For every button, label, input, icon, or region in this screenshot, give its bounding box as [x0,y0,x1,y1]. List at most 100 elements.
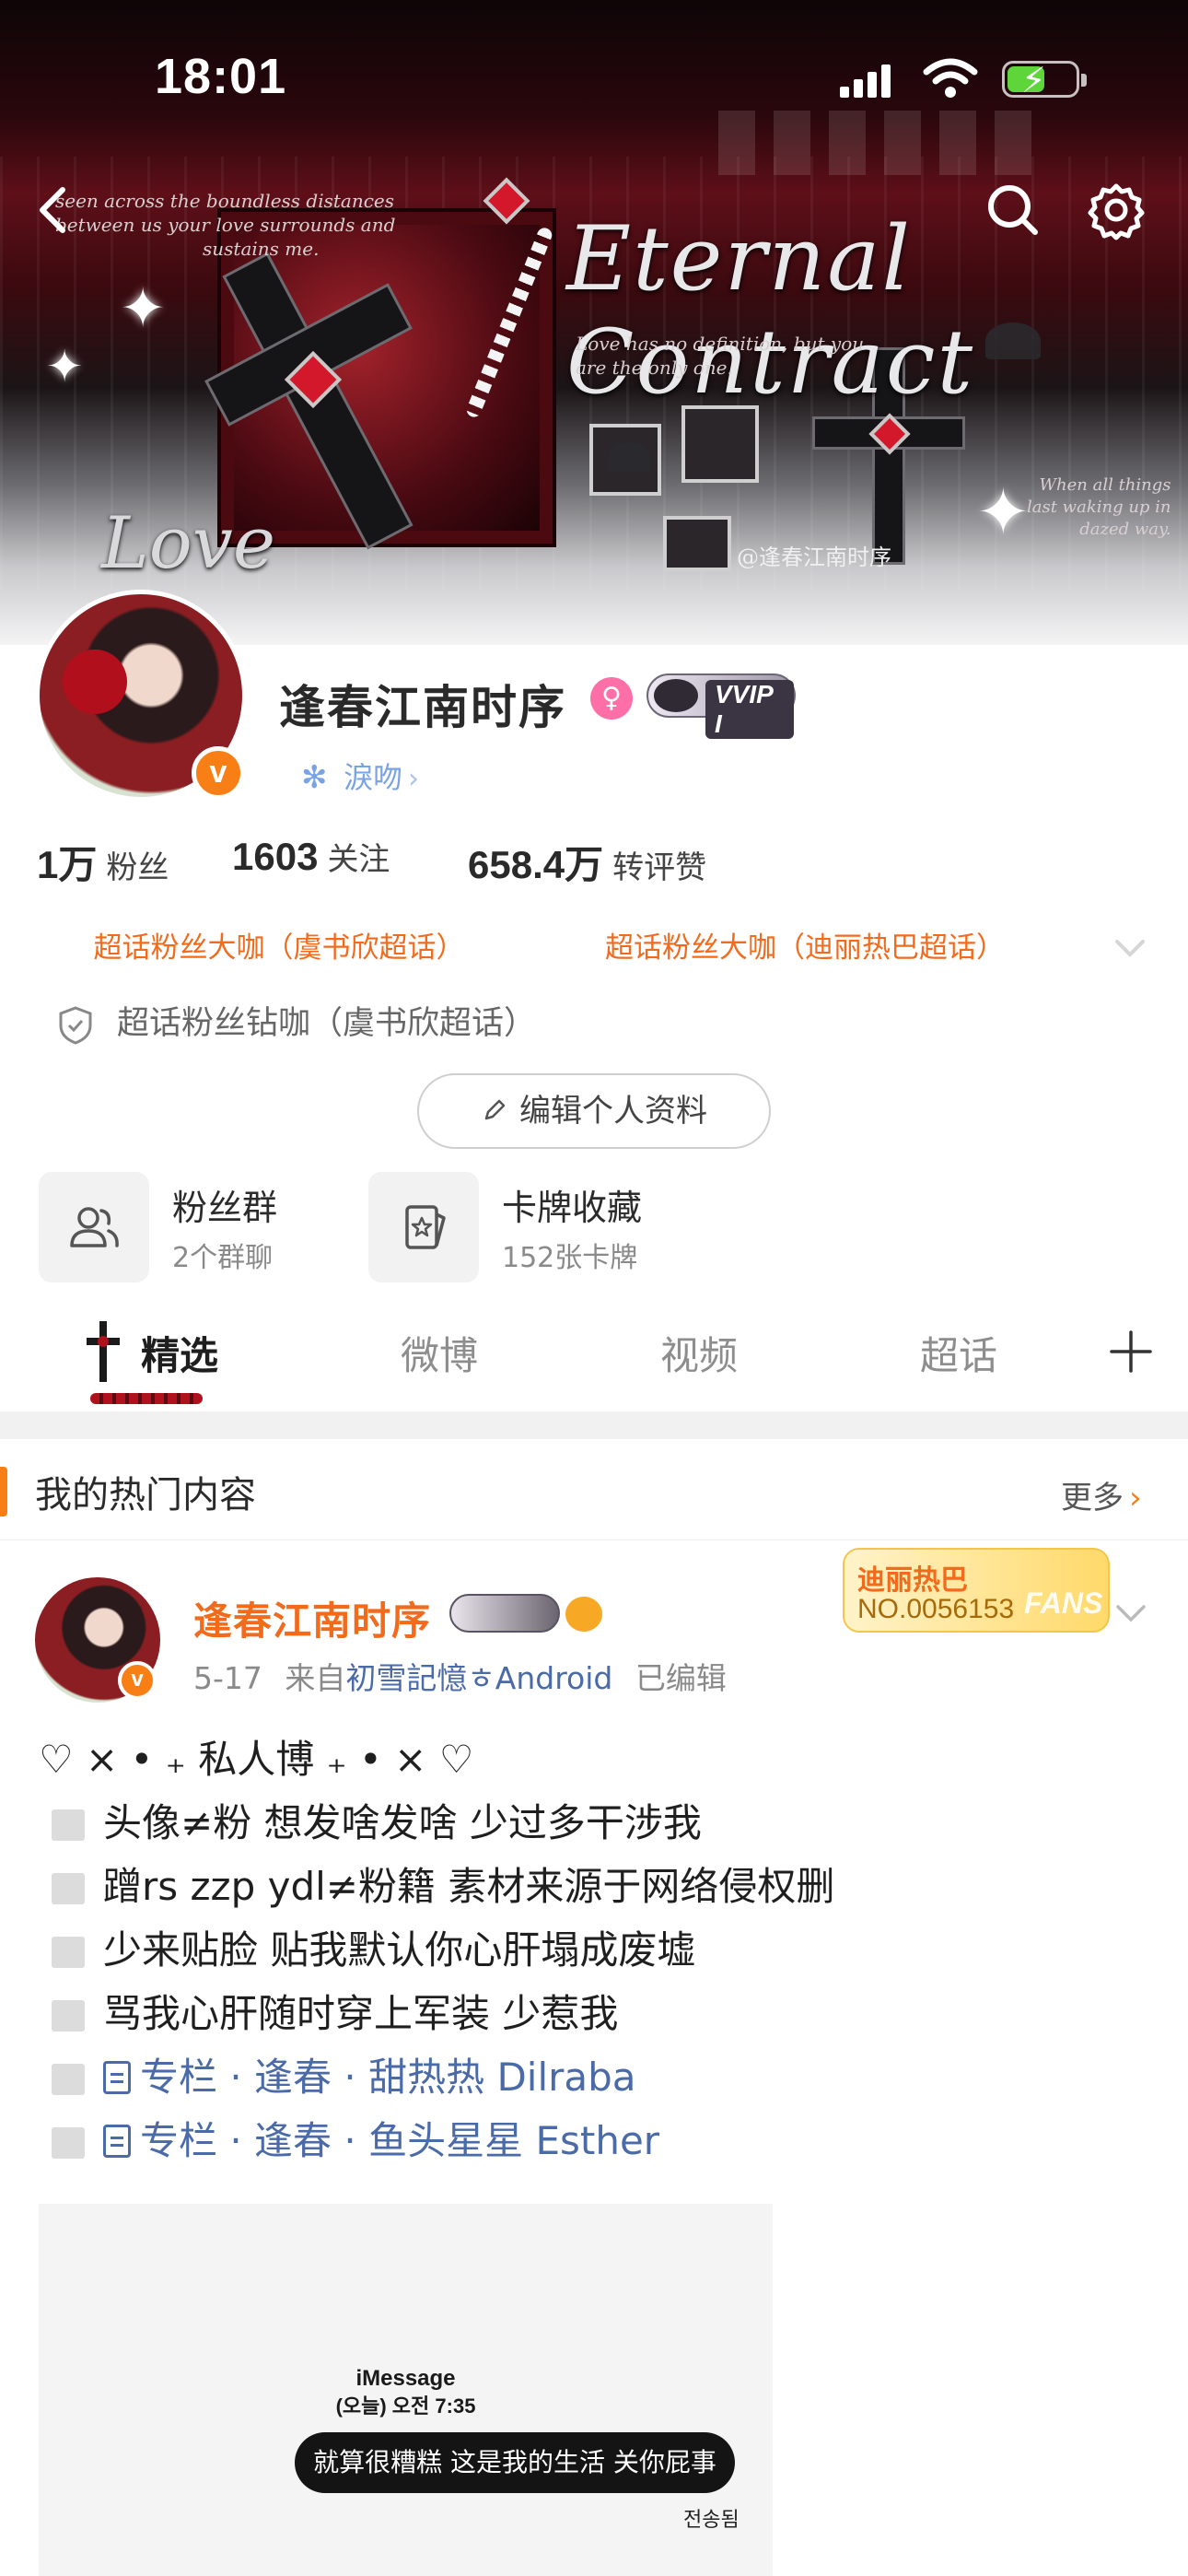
banner-script-mid: Love has no definition, but you are the o… [576,333,865,379]
post-source[interactable]: 初雪記憶ㅎAndroid [345,1660,612,1696]
edit-profile-label: 编辑个人资料 [519,1093,707,1130]
pencil-icon [484,1099,506,1120]
fan-card-tag: FANS [1024,1587,1103,1620]
banner-script-right: When all things last waking up in dazed wa… [1027,475,1171,539]
post-image[interactable]: iMessage (오늘) 오전 7:35 就算很糟糕 这是我的生活 关你屁事 … [39,2204,773,2576]
status-bar: 18:01 ⚡ [0,0,1188,157]
vvip-label: VVIP I [705,680,794,739]
chevron-down-icon [1116,1605,1146,1622]
tab-active-underline [90,1393,203,1404]
card-collection-icon-box [368,1172,479,1282]
add-tab-button[interactable] [1108,1329,1154,1375]
post-line: 头像≠粉 想发啥发啥 少过多干涉我 [39,1791,1162,1855]
search-icon [988,185,1038,235]
verified-badge-icon: v [192,746,245,800]
fan-group-title: 粉丝群 [172,1188,278,1228]
verified-badge-icon: v [118,1661,157,1700]
stat-reposts-likes[interactable]: 658.4万 转评赞 [468,834,706,890]
wifi-icon [923,57,978,100]
charging-bolt-icon: ⚡ [1021,60,1046,100]
banner-script-left: seen across the boundless distances betwe… [55,190,396,260]
settings-button[interactable] [1081,175,1151,245]
post-body: ♡ ⨯ • ₊ 私人博 ₊ • ⨯ ♡ 头像≠粉 想发啥发啥 少过多干涉我 蹭r… [39,1727,1162,2172]
section-divider [0,1411,1188,1439]
post-column-link[interactable]: 专栏 · 逢春 · 鱼头星星 Esther [39,2109,1162,2172]
tab-weibo[interactable]: 微博 [401,1325,478,1381]
fan-card-number: NO.0056153 [857,1594,1015,1624]
stat-following[interactable]: 1603 关注 [232,834,390,879]
more-link[interactable]: 更多 › [1061,1472,1142,1517]
expand-chips-button[interactable] [1110,929,1150,969]
post-line: 蹭rs zzp ydl≠粉籍 素材来源于网络侵权删 [39,1855,1162,1918]
square-bullet-icon [52,2000,85,2032]
profile-name: 逢春江南时序 [279,681,566,734]
square-bullet-icon [52,2064,85,2095]
super-topic-badge-line[interactable]: 超话粉丝钻咖（虞书欣超话） [57,1000,536,1048]
tab-super-topics[interactable]: 超话 [920,1325,997,1381]
post-author-name[interactable]: 逢春江南时序 [193,1590,431,1646]
document-icon [103,2061,131,2094]
imessage-app-label: iMessage [355,2366,456,2391]
banner-sparkle: ✦ [976,474,1031,550]
card-collection-title: 卡牌收藏 [502,1188,643,1228]
square-bullet-icon [52,2127,85,2159]
female-gender-icon: ♀ [590,677,633,720]
snowflake-icon: ✻ [301,759,328,796]
chevron-down-icon [1115,940,1145,957]
post-meta: 5-17 来自初雪記憶ㅎAndroid 已编辑 [193,1654,727,1698]
profile-tabs: 精选 微博 视频 超话 [0,1299,1188,1410]
tab-featured[interactable]: 精选 [141,1325,218,1381]
hot-content-header: 我的热门内容 更多 › [0,1439,1188,1540]
post-line: 骂我心肝随时穿上军装 少惹我 [39,1982,1162,2045]
banner-watermark: @逢春江南时序 [737,544,891,570]
card-collection-entry[interactable]: 卡牌收藏 152张卡牌 [368,1172,700,1282]
profile-tag-pill[interactable]: ✻ 淚吻 › [279,751,467,804]
section-accent-bar [0,1467,7,1516]
post-column-link[interactable]: 专栏 · 逢春 · 甜热热 Dilraba [39,2045,1162,2109]
status-time: 18:01 [155,49,287,104]
vip-cat-icon [654,679,698,712]
fan-number-card[interactable]: 迪丽热巴 NO.0056153 FANS [843,1548,1110,1633]
gear-icon [1088,183,1145,240]
post-line: ♡ ⨯ • ₊ 私人博 ₊ • ⨯ ♡ [39,1737,474,1782]
chevron-left-icon [40,187,65,233]
fan-group-sub: 2个群聊 [172,1242,274,1274]
shield-icon [59,1006,92,1045]
banner-butterfly [608,442,650,472]
chevron-right-icon: › [408,763,420,795]
fan-card-name: 迪丽热巴 [857,1564,968,1597]
fan-group-icon-box [39,1172,149,1282]
edit-profile-button[interactable]: 编辑个人资料 [417,1073,771,1149]
tab-videos[interactable]: 视频 [660,1325,738,1381]
badge-line-label: 超话粉丝钻咖（虞书欣超话） [117,1005,537,1042]
banner-sparkle: ✦ [120,276,167,341]
imessage-bubble: 就算很糟糕 这是我的生活 关你屁事 [295,2432,735,2493]
post-line: 少来贴脸 贴我默认你心肝塌成废墟 [39,1918,1162,1982]
post-menu-button[interactable] [1112,1594,1149,1631]
card-icon [405,1205,446,1249]
post-author-badge [449,1594,560,1633]
avatar-rose [63,650,127,714]
people-icon [70,1207,119,1247]
profile-tag-label: 淚吻 [344,760,403,795]
cellular-signal-icon [840,63,891,98]
card-collection-sub: 152张卡牌 [502,1242,638,1274]
gothic-cross-deco-icon [87,1321,120,1382]
vvip-badge[interactable]: VVIP I [646,673,796,739]
banner-photo-tile [663,516,731,571]
chevron-right-icon: › [1129,1480,1142,1516]
hot-content-title: 我的热门内容 [35,1474,256,1516]
banner-sparkle: ✦ [46,341,84,392]
square-bullet-icon [52,1809,85,1841]
square-bullet-icon [52,1873,85,1904]
fan-group-entry[interactable]: 粉丝群 2个群聊 [39,1172,343,1282]
plus-icon [1110,1330,1152,1373]
square-bullet-icon [52,1937,85,1968]
stat-fans[interactable]: 1万 粉丝 [37,834,169,890]
back-button[interactable] [20,175,90,245]
document-icon [103,2125,131,2158]
super-topic-chip[interactable]: 超话粉丝大咖（虞书欣超话） [37,921,521,975]
search-button[interactable] [978,175,1048,245]
banner-photo-tile [681,405,759,483]
super-topic-chip[interactable]: 超话粉丝大咖（迪丽热巴超话） [545,921,1065,975]
